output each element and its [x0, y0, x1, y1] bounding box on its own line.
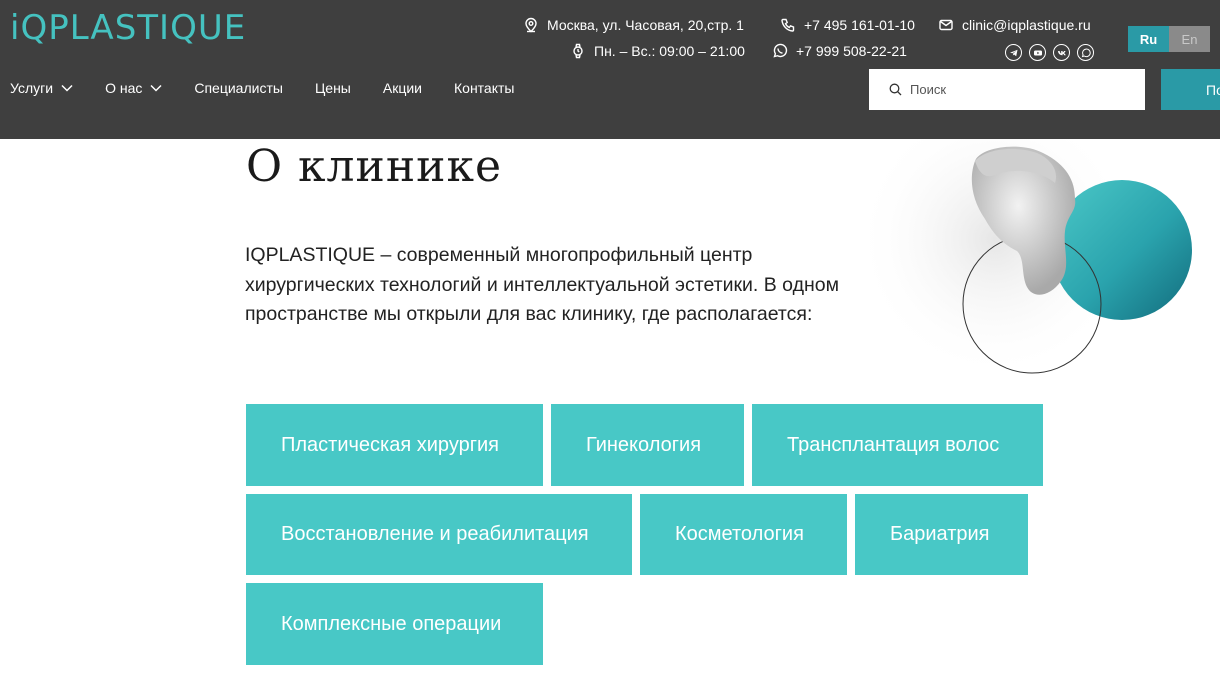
email-link[interactable]: clinic@iqplastique.ru: [938, 17, 1091, 33]
service-tile-complex-operations[interactable]: Комплексные операции: [246, 583, 543, 665]
search-input[interactable]: [910, 82, 1130, 97]
page-title: О клинике: [246, 141, 503, 192]
appointment-button[interactable]: По: [1161, 69, 1220, 110]
phone-icon: [781, 18, 795, 32]
nav-services-label: Услуги: [10, 80, 54, 96]
logo[interactable]: iQPLASTIQUE: [10, 8, 246, 48]
service-tile-plastic-surgery[interactable]: Пластическая хирургия: [246, 404, 543, 486]
nav-about[interactable]: О нас: [105, 80, 162, 96]
chevron-down-icon: [150, 84, 162, 92]
search-icon: [889, 83, 902, 96]
chevron-down-icon: [61, 84, 73, 92]
phone-whatsapp-text: +7 999 508-22-21: [796, 43, 907, 59]
social-links: [1005, 44, 1094, 61]
youtube-icon[interactable]: [1029, 44, 1046, 61]
service-tile-rehabilitation[interactable]: Восстановление и реабилитация: [246, 494, 632, 575]
vk-icon[interactable]: [1053, 44, 1070, 61]
statue-decoration-image: [855, 139, 1192, 379]
nav-promotions[interactable]: Акции: [383, 80, 422, 96]
opening-hours: Пн. – Вс.: 09:00 – 21:00: [570, 43, 745, 59]
main-nav: Услуги О нас Специалисты Цены Акции Конт…: [10, 80, 546, 96]
whatsapp-social-icon[interactable]: [1077, 44, 1094, 61]
lang-en-button[interactable]: En: [1169, 26, 1210, 52]
nav-prices[interactable]: Цены: [315, 80, 351, 96]
watch-icon: [573, 43, 583, 59]
service-tile-hair-transplant[interactable]: Трансплантация волос: [752, 404, 1043, 486]
nav-about-label: О нас: [105, 80, 143, 96]
whatsapp-icon: [773, 43, 788, 58]
location-pin-icon: [525, 17, 537, 33]
lang-ru-button[interactable]: Ru: [1128, 26, 1169, 52]
intro-text: IQPLASTIQUE – современный многопрофильны…: [245, 244, 839, 325]
search-box: [869, 69, 1145, 110]
address-text: Москва, ул. Часовая, 20,стр. 1: [547, 17, 744, 33]
nav-contacts[interactable]: Контакты: [454, 80, 514, 96]
nav-services[interactable]: Услуги: [10, 80, 73, 96]
telegram-icon[interactable]: [1005, 44, 1022, 61]
site-header: iQPLASTIQUE Москва, ул. Часовая, 20,стр.…: [0, 0, 1220, 139]
mail-icon: [939, 19, 953, 31]
phone-whatsapp[interactable]: +7 999 508-22-21: [772, 43, 907, 59]
service-tile-bariatrics[interactable]: Бариатрия: [855, 494, 1028, 575]
service-tile-cosmetology[interactable]: Косметология: [640, 494, 847, 575]
email-text: clinic@iqplastique.ru: [962, 17, 1091, 33]
phone-primary[interactable]: +7 495 161-01-10: [780, 17, 915, 33]
hours-text: Пн. – Вс.: 09:00 – 21:00: [594, 43, 745, 59]
service-tile-gynecology[interactable]: Гинекология: [551, 404, 744, 486]
phone-primary-text: +7 495 161-01-10: [804, 17, 915, 33]
language-switcher: Ru En: [1128, 26, 1210, 52]
nav-specialists[interactable]: Специалисты: [194, 80, 283, 96]
address: Москва, ул. Часовая, 20,стр. 1: [523, 17, 744, 33]
